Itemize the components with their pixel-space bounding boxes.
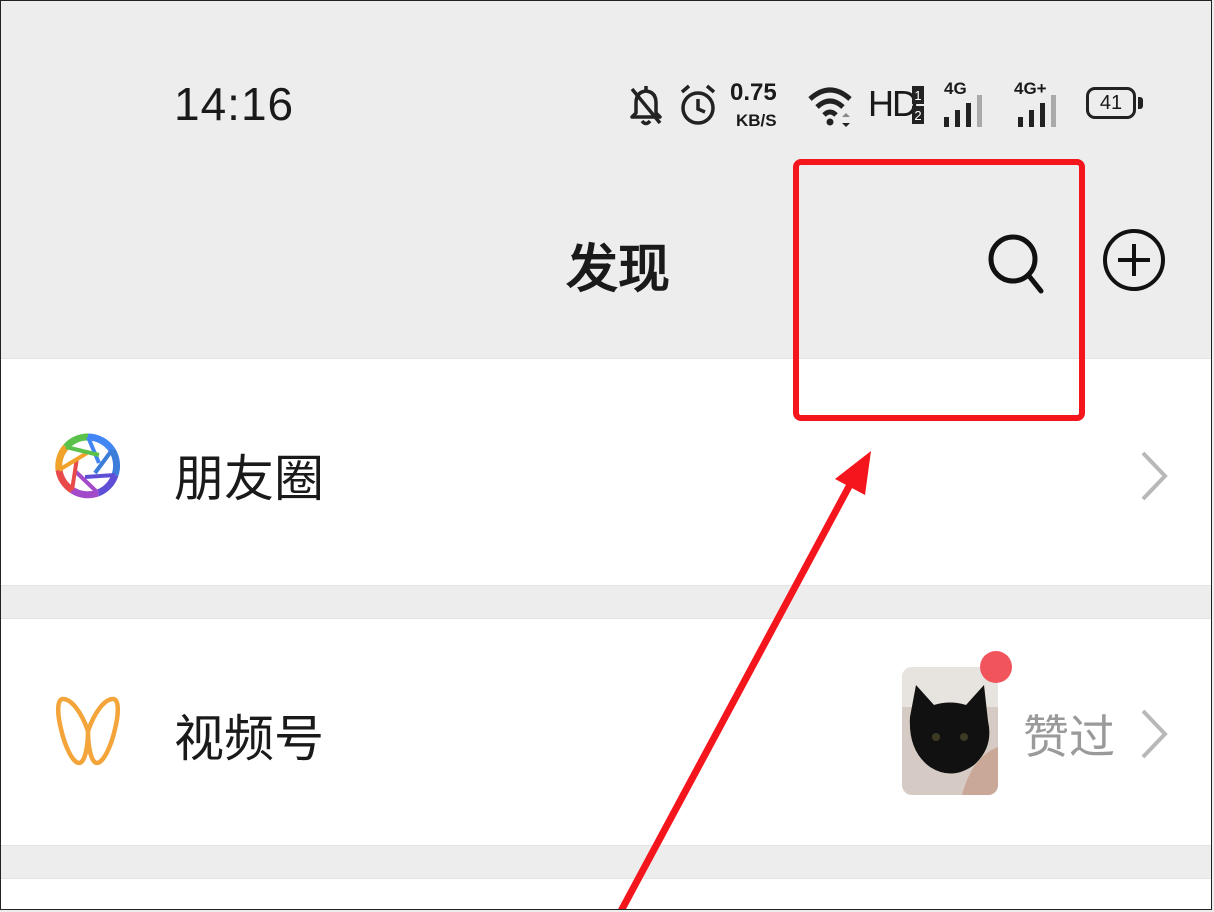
- net-speed-value: 0.75: [730, 79, 777, 106]
- signal-icon: [1018, 95, 1056, 127]
- hd-sim-icon: 1 2: [912, 86, 924, 124]
- battery-nub: [1138, 97, 1143, 109]
- list-item-label: 视频号: [174, 710, 324, 768]
- svg-text:1: 1: [914, 88, 921, 103]
- page-title: 发现: [566, 240, 671, 300]
- chevron-right-icon: [1141, 451, 1168, 501]
- signal-icon: [944, 95, 982, 127]
- status-time: 14:16: [174, 78, 295, 130]
- plus-circle-icon: [1103, 229, 1165, 291]
- battery-icon: 41: [1086, 87, 1136, 119]
- bell-off-icon: [630, 86, 662, 126]
- phone-screenshot: 14:16 0.75 KB/S HD 1 2 4G 4G+ 41 发现 朋友圈 …: [0, 0, 1212, 910]
- svg-text:2: 2: [914, 108, 921, 123]
- list-item-label: 朋友圈: [174, 450, 324, 508]
- status-icons: 0.75 KB/S HD 1 2 4G 4G+ 41: [626, 75, 1146, 135]
- net-speed-unit: KB/S: [736, 111, 777, 130]
- moments-aperture-icon: [55, 433, 121, 499]
- list-item-next[interactable]: [1, 878, 1211, 909]
- liked-label: 赞过: [1023, 710, 1115, 764]
- black-cat-thumbnail: [902, 667, 998, 795]
- channels-icon: [56, 696, 120, 766]
- wifi-icon: [808, 87, 852, 127]
- add-button[interactable]: [1101, 227, 1167, 293]
- list-item-channels[interactable]: 视频号 赞过: [1, 618, 1211, 846]
- chevron-right-icon: [1141, 709, 1168, 759]
- hd-label: HD: [868, 83, 918, 124]
- battery-level: 41: [1099, 92, 1123, 114]
- annotation-highlight-box: [793, 159, 1085, 421]
- notification-dot: [980, 651, 1012, 683]
- alarm-icon: [680, 84, 716, 125]
